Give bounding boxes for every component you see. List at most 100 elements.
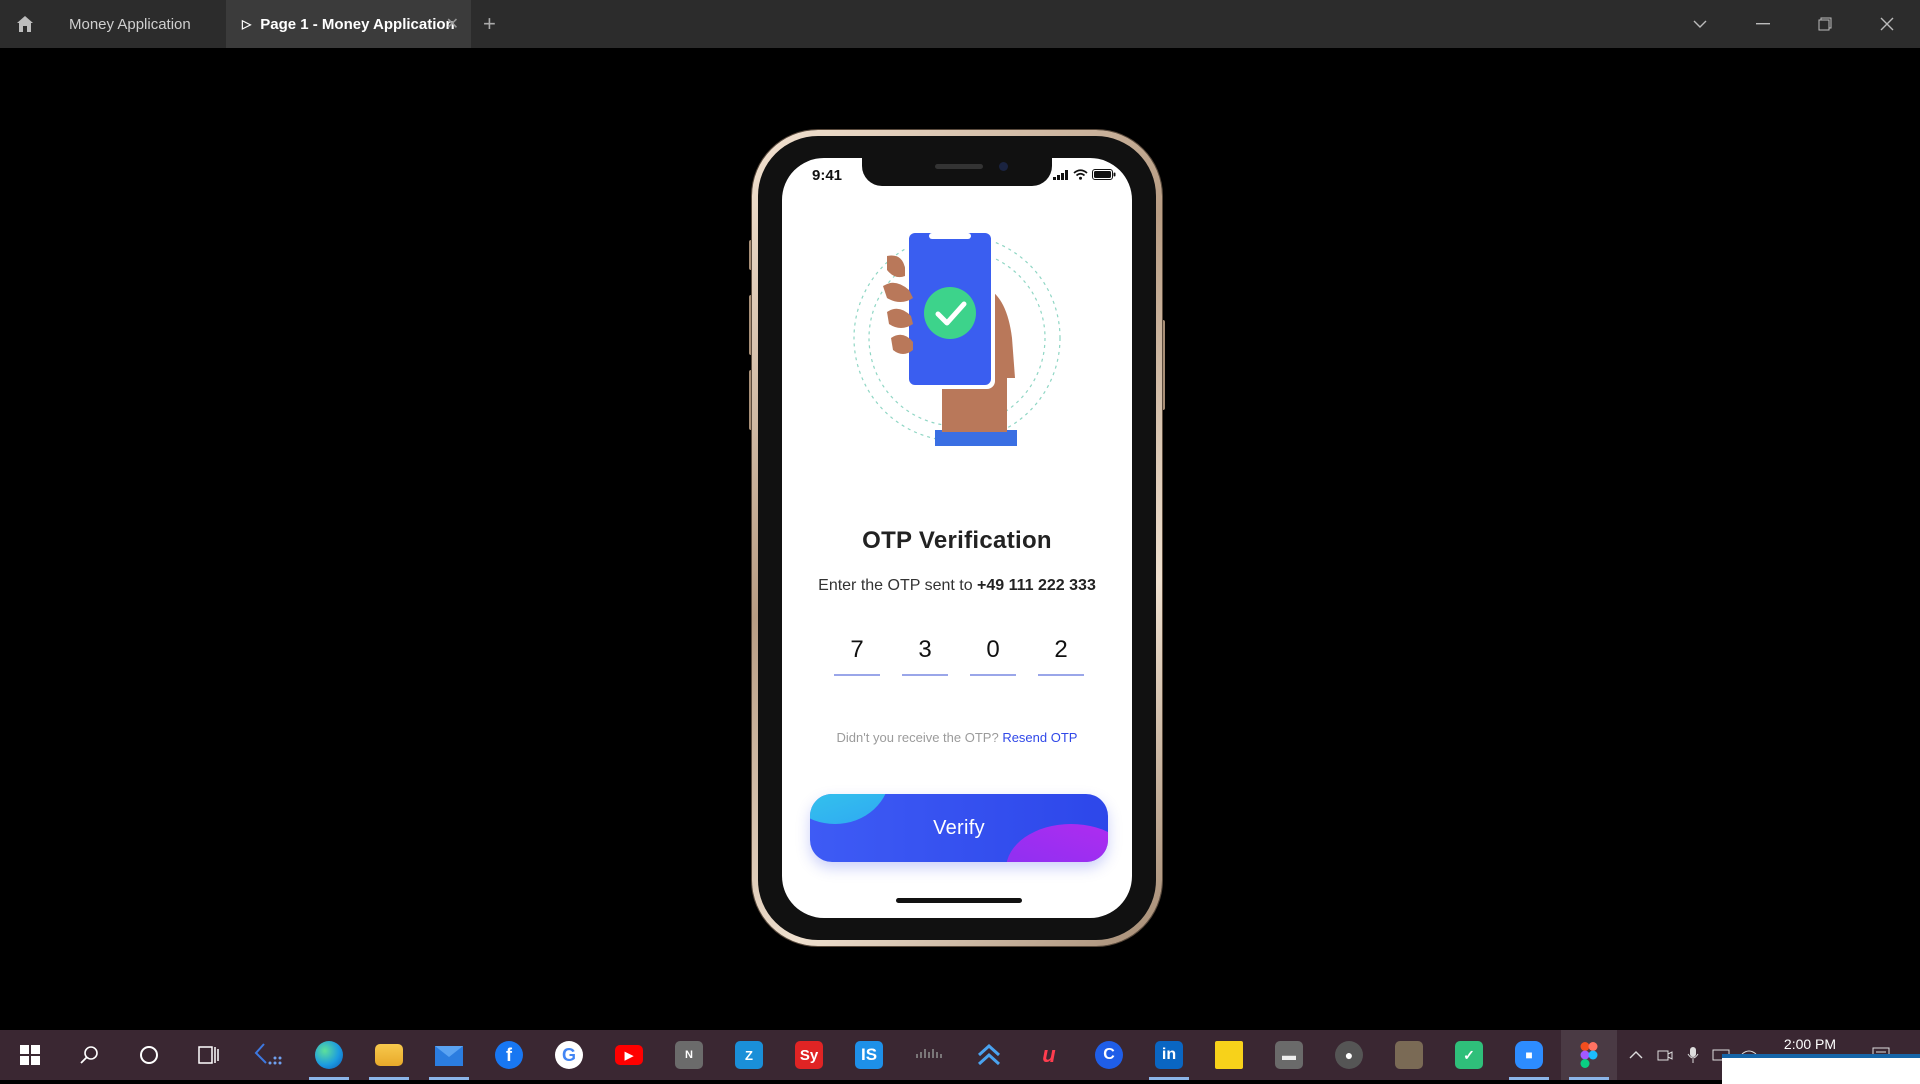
taskbar-app-zoho[interactable]: Z: [721, 1030, 777, 1080]
u-app-icon: u: [1042, 1042, 1056, 1067]
drive-app-icon: ▬: [1275, 1041, 1303, 1069]
restore-icon: [1818, 17, 1832, 31]
figma-icon: [1580, 1042, 1598, 1068]
close-tab-icon[interactable]: ✕: [446, 14, 459, 34]
sticky-notes-icon: [1215, 1041, 1243, 1069]
shield-app-icon: ✓: [1455, 1041, 1483, 1069]
search-icon: [80, 1046, 98, 1064]
title-bar: Money Application ▷ Page 1 - Money Appli…: [0, 0, 1920, 48]
otp-digit-4[interactable]: 2: [1038, 626, 1084, 676]
zoom-icon: ■: [1515, 1041, 1543, 1069]
verify-button-label: Verify: [933, 816, 985, 839]
phone-number: +49 111 222 333: [977, 577, 1096, 594]
show-hidden-icons[interactable]: [1622, 1030, 1650, 1080]
otp-digit-1[interactable]: 7: [834, 626, 880, 676]
phone-verification-illustration: [853, 229, 1061, 446]
battery-icon: [1092, 169, 1116, 180]
tray-microphone[interactable]: [1680, 1030, 1706, 1080]
youtube-icon: ▶: [615, 1045, 643, 1065]
tab-money-application[interactable]: Money Application: [52, 0, 224, 48]
taskbar-app-zoom[interactable]: ■: [1501, 1030, 1557, 1080]
verify-button[interactable]: Verify: [810, 794, 1108, 862]
status-time: 9:41: [812, 167, 843, 184]
taskbar-app-github[interactable]: ●: [1321, 1030, 1377, 1080]
facebook-icon: f: [495, 1041, 523, 1069]
taskbar-app-mail[interactable]: [421, 1030, 477, 1080]
taskbar-app-sticky-notes[interactable]: [1201, 1030, 1257, 1080]
start-button[interactable]: [2, 1030, 58, 1080]
taskbar-app-sy[interactable]: Sy: [781, 1030, 837, 1080]
taskbar-app-notion[interactable]: N: [661, 1030, 717, 1080]
play-icon: ▷: [242, 17, 252, 31]
search-button[interactable]: [61, 1030, 117, 1080]
edge-icon: [315, 1041, 343, 1069]
speaker: [935, 164, 983, 169]
signal-icon: [1053, 169, 1068, 180]
otp-input-group: 7 3 0 2: [834, 626, 1084, 676]
tab-label: Page 1 - Money Application: [260, 15, 455, 33]
github-icon: ●: [1335, 1041, 1363, 1069]
tray-camera[interactable]: [1652, 1030, 1678, 1080]
folder-icon: [375, 1044, 403, 1066]
chevron-down-icon: [1693, 20, 1707, 28]
notch: [862, 158, 1052, 186]
is-icon: IS: [855, 1041, 883, 1069]
phone-screen: 9:41 OTP Verification Enter the OTP sent…: [782, 158, 1132, 918]
tab-label: Money Application: [69, 15, 191, 33]
minimize-icon: [1756, 23, 1770, 25]
sy-icon: Sy: [795, 1041, 823, 1069]
new-tab-button[interactable]: +: [483, 11, 496, 37]
microphone-icon: [1687, 1047, 1699, 1063]
taskbar-app-file-explorer[interactable]: [361, 1030, 417, 1080]
otp-digit-2[interactable]: 3: [902, 626, 948, 676]
restore-button[interactable]: [1795, 0, 1855, 48]
wifi-icon: [1073, 169, 1088, 180]
taskbar-app-dots[interactable]: [241, 1030, 297, 1080]
close-icon: [1880, 17, 1894, 31]
resend-prompt: Didn't you receive the OTP?: [836, 730, 1003, 745]
cisco-icon: [916, 1049, 942, 1058]
tab-page-1[interactable]: ▷ Page 1 - Money Application ✕: [226, 0, 471, 48]
camera-icon: [1657, 1050, 1673, 1061]
taskbar-app-youtube[interactable]: ▶: [601, 1030, 657, 1080]
close-window-button[interactable]: [1857, 0, 1917, 48]
front-camera: [999, 162, 1008, 171]
task-view-icon: [198, 1046, 219, 1064]
taskbar-app-facebook[interactable]: f: [481, 1030, 537, 1080]
home-icon: [17, 16, 33, 32]
tab-list-dropdown[interactable]: [1670, 0, 1730, 48]
home-button[interactable]: [0, 0, 50, 48]
otp-subtitle: Enter the OTP sent to +49 111 222 333: [782, 577, 1132, 595]
taskbar-app-u[interactable]: u: [1021, 1030, 1077, 1080]
cortana-icon: [140, 1046, 158, 1064]
system-clock[interactable]: 2:00 PM: [1760, 1036, 1860, 1052]
taskbar: f G ▶ N Z Sy IS u C in ▬ ● ✓ ■ 2:00 PM: [0, 1030, 1920, 1080]
mail-icon: [435, 1046, 463, 1066]
taskbar-app-linkedin[interactable]: in: [1141, 1030, 1197, 1080]
taskbar-app-figma[interactable]: [1561, 1030, 1617, 1080]
resend-otp-link[interactable]: Resend OTP: [1002, 730, 1077, 745]
double-chevron-up-icon: [977, 1043, 1001, 1066]
task-view-button[interactable]: [181, 1030, 237, 1080]
linkedin-icon: in: [1155, 1041, 1183, 1069]
cortana-button[interactable]: [121, 1030, 177, 1080]
zoho-icon: Z: [735, 1041, 763, 1069]
google-icon: G: [555, 1041, 583, 1069]
taskbar-app-edge[interactable]: [301, 1030, 357, 1080]
taskbar-app-google[interactable]: G: [541, 1030, 597, 1080]
taskbar-app-cisco[interactable]: [901, 1030, 957, 1080]
taskbar-app-arrow[interactable]: [961, 1030, 1017, 1080]
page-title: OTP Verification: [862, 527, 1052, 554]
taskbar-app-drive[interactable]: ▬: [1261, 1030, 1317, 1080]
taskbar-app-photo[interactable]: [1381, 1030, 1437, 1080]
taskbar-app-c[interactable]: C: [1081, 1030, 1137, 1080]
phone-mockup: 9:41 OTP Verification Enter the OTP sent…: [749, 130, 1165, 946]
chevron-up-icon: [1629, 1051, 1643, 1059]
dots-app-icon: [254, 1043, 282, 1065]
minimize-button[interactable]: [1733, 0, 1793, 48]
notion-icon: N: [675, 1041, 703, 1069]
otp-digit-3[interactable]: 0: [970, 626, 1016, 676]
taskbar-app-is[interactable]: IS: [841, 1030, 897, 1080]
taskbar-app-shield[interactable]: ✓: [1441, 1030, 1497, 1080]
status-icons: [1053, 169, 1116, 180]
